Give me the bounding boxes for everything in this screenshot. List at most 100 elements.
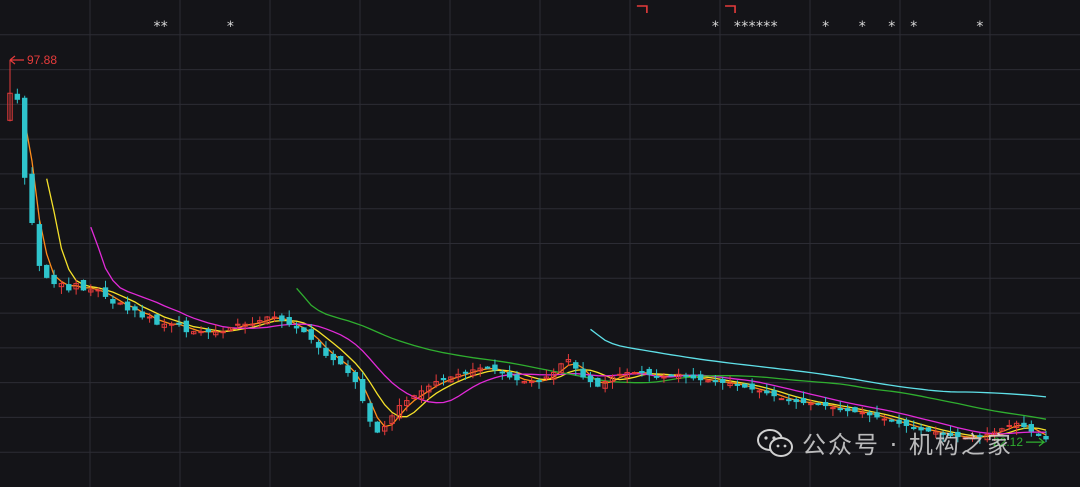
candle-body xyxy=(756,390,763,393)
candle-body xyxy=(896,419,902,424)
star-marker: * xyxy=(976,19,983,35)
candle-body xyxy=(771,390,777,397)
candle-body xyxy=(374,421,381,433)
candle-body xyxy=(330,353,336,361)
candle-body xyxy=(146,316,153,319)
candle-body xyxy=(139,311,145,318)
star-marker: * xyxy=(153,19,160,35)
candle-body xyxy=(29,173,35,224)
candle-body xyxy=(506,372,513,378)
candle-body xyxy=(315,341,322,348)
candle-body xyxy=(822,402,829,407)
candle-body xyxy=(653,375,660,378)
candle-body xyxy=(359,379,366,402)
ma-line-80 xyxy=(590,328,1047,398)
candle-body xyxy=(286,317,292,325)
candle-body xyxy=(21,97,28,178)
candle-body xyxy=(697,374,704,381)
grid xyxy=(0,0,1080,487)
candle-body xyxy=(110,299,116,304)
candle-body xyxy=(367,403,373,422)
moving-average-lines xyxy=(24,120,1047,439)
candle-body xyxy=(14,93,21,100)
chart-stage: * * * * * * * * * * * * * * * 97.88 22.12 公众号 · 机构之家 xyxy=(0,0,1080,487)
candle-body xyxy=(683,374,689,377)
candle-body xyxy=(793,399,799,403)
candle-body xyxy=(734,383,741,386)
candle-body xyxy=(352,372,359,383)
candle-body xyxy=(881,418,888,421)
star-marker: * xyxy=(859,19,866,35)
candle-body xyxy=(293,325,300,329)
candle-body xyxy=(102,287,109,297)
candlestick-chart[interactable]: * * * * * * * * * * * * * * * 97.88 22.12 xyxy=(0,0,1080,487)
max-price-label: 97.88 xyxy=(27,53,57,67)
candle-body xyxy=(308,329,314,340)
candle-body xyxy=(183,320,190,333)
candle-body xyxy=(176,322,182,325)
candle-body xyxy=(639,371,645,374)
candle-body xyxy=(279,315,285,322)
candle-body xyxy=(749,383,755,390)
candle-body xyxy=(66,284,72,291)
star-marker: * xyxy=(822,19,829,35)
candle-body xyxy=(323,347,329,356)
star-marker: * xyxy=(763,19,770,35)
candle-body xyxy=(888,419,895,422)
candle-body xyxy=(573,362,579,369)
candle-body xyxy=(617,373,623,376)
candle-body xyxy=(866,412,873,416)
extreme-labels: 97.88 22.12 xyxy=(9,53,1046,449)
candle-body xyxy=(345,365,351,374)
candle-body xyxy=(536,380,542,383)
candle-body xyxy=(514,374,520,381)
candle-body xyxy=(837,408,843,411)
candle-body xyxy=(499,371,505,374)
candle-body xyxy=(1035,433,1042,436)
watermark: 公众号 · 机构之家 xyxy=(756,425,1013,460)
flag-marker xyxy=(636,5,648,13)
candle-body xyxy=(815,403,821,406)
star-marker: * xyxy=(734,19,741,35)
candle-body xyxy=(301,327,307,333)
candle-body xyxy=(44,264,50,278)
candle-body xyxy=(720,379,726,383)
candle-body xyxy=(492,364,498,371)
candle-body xyxy=(844,408,851,412)
candle-body xyxy=(800,398,807,404)
marker-row: * * * * * * * * * * * * * * * xyxy=(153,5,983,35)
candle-body xyxy=(484,366,491,369)
candle-body xyxy=(462,371,469,374)
star-marker: * xyxy=(749,19,756,35)
candle-body xyxy=(249,323,256,326)
wechat-icon xyxy=(757,428,793,457)
star-marker: * xyxy=(888,19,895,35)
candle-body xyxy=(580,368,586,378)
candle-body xyxy=(786,399,792,402)
candle-body xyxy=(742,383,748,388)
candle-body xyxy=(235,323,241,326)
candle-body xyxy=(764,390,770,394)
min-arrow-icon xyxy=(1026,437,1046,447)
candle-body xyxy=(661,376,667,379)
star-marker: * xyxy=(712,19,719,35)
candle-body xyxy=(712,380,719,383)
candle-body xyxy=(337,356,344,365)
ma-line-6 xyxy=(46,178,1047,438)
candle-body xyxy=(198,331,204,334)
candle-body xyxy=(154,314,160,325)
max-arrow-icon xyxy=(9,55,24,65)
candle-body xyxy=(80,280,87,291)
candle-body xyxy=(778,398,785,401)
star-marker: * xyxy=(756,19,763,35)
ma-line-40 xyxy=(296,287,1047,420)
candle-body xyxy=(1028,424,1035,432)
watermark-text: 公众号 · 机构之家 xyxy=(802,431,1013,459)
candle-body xyxy=(852,407,858,413)
candle-body xyxy=(1021,422,1027,428)
star-marker: * xyxy=(741,19,748,35)
candle-body xyxy=(51,274,57,285)
candle-body xyxy=(440,377,447,381)
candle-body xyxy=(690,374,697,379)
candle-body xyxy=(36,224,43,266)
